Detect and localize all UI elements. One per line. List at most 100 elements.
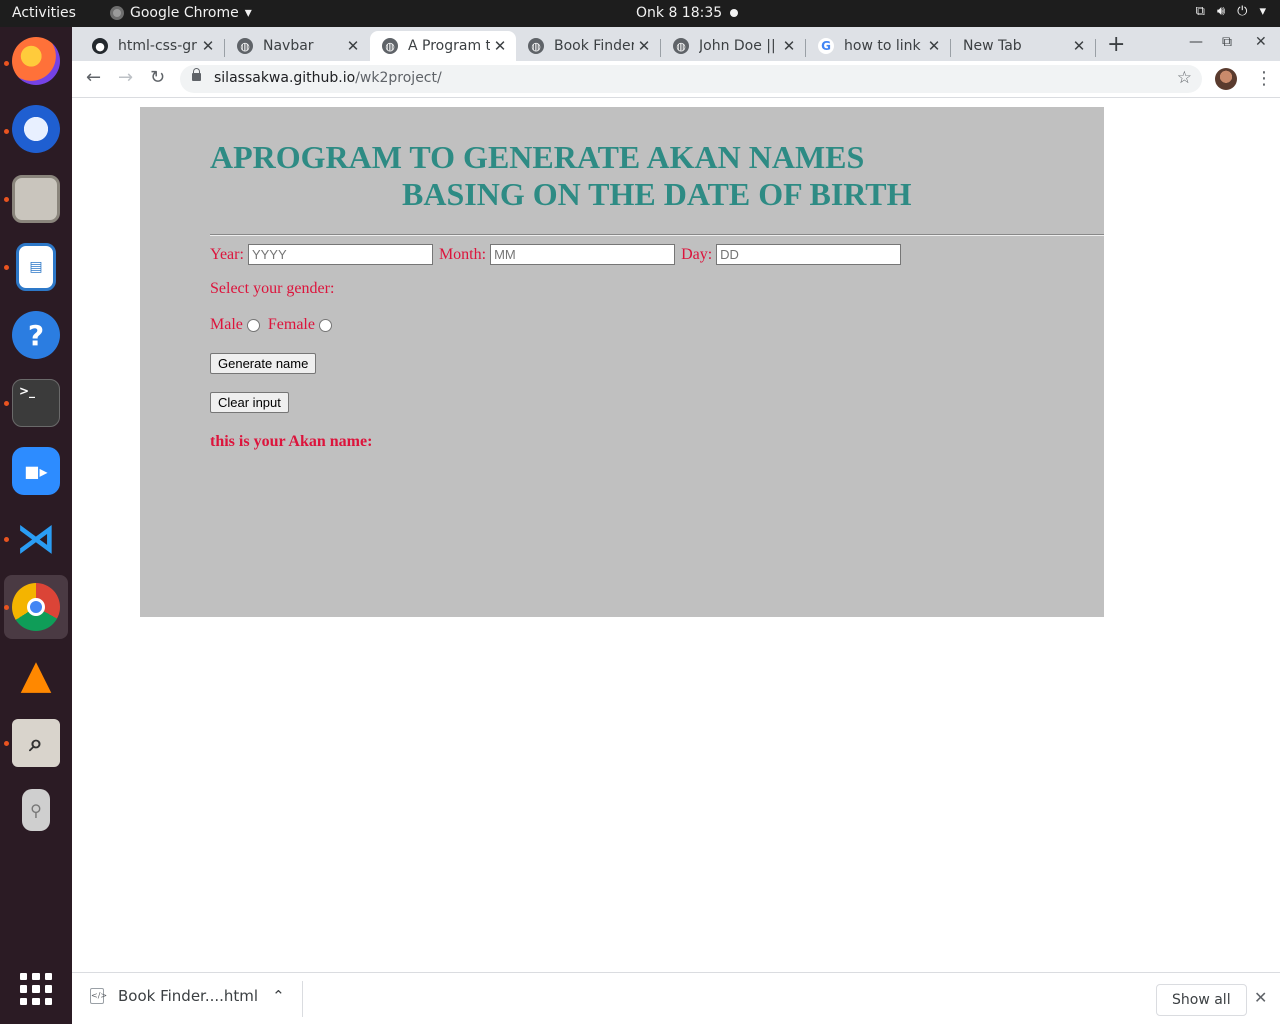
browser-toolbar: ← → ↻ silassakwa.github.io/wk2project/ ☆… bbox=[72, 61, 1280, 98]
url-text: silassakwa.github.io/wk2project/ bbox=[214, 70, 442, 86]
thunderbird-icon[interactable] bbox=[12, 105, 60, 153]
chrome-icon[interactable] bbox=[12, 583, 60, 631]
caret-down-icon: ▾ bbox=[1259, 4, 1266, 19]
page-title: APROGRAM TO GENERATE AKAN NAMES BASING O… bbox=[210, 139, 970, 213]
files-icon[interactable] bbox=[12, 175, 60, 223]
back-arrow-icon[interactable]: ← bbox=[86, 67, 101, 88]
globe-icon: ◍ bbox=[382, 38, 398, 54]
running-indicator bbox=[4, 265, 9, 270]
activities-button[interactable]: Activities bbox=[12, 5, 76, 21]
tab-title: A Program t bbox=[408, 38, 490, 54]
power-icon: ⏻ bbox=[1237, 4, 1248, 19]
app-menu-label: Google Chrome bbox=[130, 5, 239, 21]
male-radio[interactable] bbox=[246, 318, 260, 332]
running-indicator bbox=[4, 401, 9, 406]
tab-title: Book Finder bbox=[554, 38, 634, 54]
profile-avatar[interactable] bbox=[1215, 68, 1237, 90]
tab-john-doe[interactable]: ◍ John Doe || ✕ bbox=[661, 31, 805, 61]
tab-new-tab[interactable]: New Tab ✕ bbox=[951, 31, 1095, 61]
firefox-icon[interactable] bbox=[12, 37, 60, 85]
gender-row: Male Female bbox=[210, 316, 340, 334]
day-input[interactable] bbox=[716, 244, 902, 265]
day-label: Day: bbox=[681, 245, 713, 263]
usb-drive-icon[interactable]: ⚲ bbox=[22, 789, 50, 831]
close-tab-icon[interactable]: ✕ bbox=[1069, 37, 1089, 55]
tab-navbar[interactable]: ◍ Navbar ✕ bbox=[225, 31, 369, 61]
month-label: Month: bbox=[438, 245, 487, 263]
title-line-2: BASING ON THE DATE OF BIRTH bbox=[402, 176, 912, 212]
vlc-icon[interactable]: ▲ bbox=[12, 651, 60, 699]
download-file-name: Book Finder....html bbox=[118, 987, 259, 1005]
close-window-icon[interactable]: ✕ bbox=[1255, 34, 1267, 50]
male-label: Male bbox=[210, 316, 243, 333]
bookmark-star-icon[interactable]: ☆ bbox=[1177, 68, 1192, 88]
female-radio[interactable] bbox=[318, 318, 332, 332]
caret-down-icon: ▾ bbox=[244, 5, 252, 21]
html-file-icon: </> bbox=[90, 988, 107, 1004]
forward-arrow-icon[interactable]: → bbox=[118, 67, 133, 88]
search-tool-icon[interactable]: ⌕ bbox=[12, 719, 60, 767]
chevron-up-icon[interactable]: ⌃ bbox=[272, 987, 285, 1005]
tab-title: html-css-gri bbox=[118, 38, 198, 54]
terminal-icon[interactable]: >_ bbox=[12, 379, 60, 427]
akan-form-panel: APROGRAM TO GENERATE AKAN NAMES BASING O… bbox=[140, 107, 1104, 617]
clear-input-button[interactable]: Clear input bbox=[210, 392, 289, 413]
tab-html-css-grid[interactable]: ● html-css-gri ✕ bbox=[80, 31, 224, 61]
restore-icon[interactable]: ⧉ bbox=[1222, 34, 1232, 50]
zoom-icon[interactable]: ■▸ bbox=[12, 447, 60, 495]
clock[interactable]: Onk 8 18:35 bbox=[636, 5, 722, 21]
year-label: Year: bbox=[210, 245, 244, 263]
shelf-divider bbox=[302, 981, 303, 1017]
akan-name-result: this is your Akan name: bbox=[210, 433, 373, 450]
close-tab-icon[interactable]: ✕ bbox=[779, 37, 799, 55]
close-tab-icon[interactable]: ✕ bbox=[490, 37, 510, 55]
running-indicator bbox=[4, 605, 9, 610]
close-tab-icon[interactable]: ✕ bbox=[343, 37, 363, 55]
system-tray[interactable]: ⧉ 🔊︎ ⏻ ▾ bbox=[1196, 4, 1266, 19]
address-bar[interactable]: silassakwa.github.io/wk2project/ ☆ bbox=[180, 65, 1202, 93]
new-tab-icon[interactable]: + bbox=[1107, 32, 1125, 57]
running-indicator bbox=[4, 61, 9, 66]
tab-title: John Doe || bbox=[699, 38, 776, 54]
tab-title: how to link bbox=[844, 38, 921, 54]
page-viewport: APROGRAM TO GENERATE AKAN NAMES BASING O… bbox=[72, 98, 1280, 972]
tab-book-finder[interactable]: ◍ Book Finder ✕ bbox=[516, 31, 660, 61]
tab-a-program[interactable]: ◍ A Program t ✕ bbox=[370, 31, 516, 61]
minimize-icon[interactable]: — bbox=[1189, 34, 1203, 50]
generate-name-button[interactable]: Generate name bbox=[210, 353, 317, 374]
help-icon[interactable]: ? bbox=[12, 311, 60, 359]
close-tab-icon[interactable]: ✕ bbox=[198, 37, 218, 55]
show-applications-icon[interactable] bbox=[20, 973, 52, 1005]
female-label: Female bbox=[267, 316, 315, 333]
google-icon: G bbox=[818, 38, 834, 54]
menu-kebab-icon[interactable]: ⋮ bbox=[1255, 68, 1273, 89]
close-tab-icon[interactable]: ✕ bbox=[924, 37, 944, 55]
chrome-mini-icon bbox=[110, 6, 124, 20]
date-row: Year: Month: Day: bbox=[210, 244, 903, 265]
globe-icon: ◍ bbox=[237, 38, 253, 54]
url-path: /wk2project/ bbox=[355, 70, 442, 86]
lock-icon[interactable] bbox=[192, 68, 201, 81]
show-all-button[interactable]: Show all bbox=[1156, 984, 1247, 1016]
running-indicator bbox=[4, 129, 9, 134]
close-tab-icon[interactable]: ✕ bbox=[634, 37, 654, 55]
year-input[interactable] bbox=[247, 244, 433, 265]
download-shelf: </> Book Finder....html ⌃ Show all ✕ bbox=[72, 972, 1280, 1024]
title-line-1: APROGRAM TO GENERATE AKAN NAMES bbox=[210, 139, 865, 175]
tab-title: New Tab bbox=[963, 38, 1022, 54]
month-input[interactable] bbox=[490, 244, 676, 265]
close-shelf-icon[interactable]: ✕ bbox=[1254, 988, 1267, 1007]
tab-how-to-link[interactable]: G how to link ✕ bbox=[806, 31, 950, 61]
volume-icon: 🔊︎ bbox=[1216, 4, 1226, 19]
url-host: silassakwa.github.io bbox=[214, 70, 356, 86]
download-item[interactable]: </> Book Finder....html ⌃ bbox=[90, 987, 285, 1005]
running-indicator bbox=[4, 741, 9, 746]
vscode-icon[interactable]: ⋊ bbox=[12, 515, 60, 563]
app-menu[interactable]: Google Chrome ▾ bbox=[110, 5, 252, 21]
writer-icon[interactable]: ▤ bbox=[16, 243, 56, 291]
globe-icon: ◍ bbox=[528, 38, 544, 54]
system-top-bar: Activities Google Chrome ▾ Onk 8 18:35 ⧉… bbox=[0, 0, 1280, 27]
tab-title: Navbar bbox=[263, 38, 314, 54]
divider bbox=[210, 234, 1104, 236]
reload-icon[interactable]: ↻ bbox=[150, 67, 165, 88]
